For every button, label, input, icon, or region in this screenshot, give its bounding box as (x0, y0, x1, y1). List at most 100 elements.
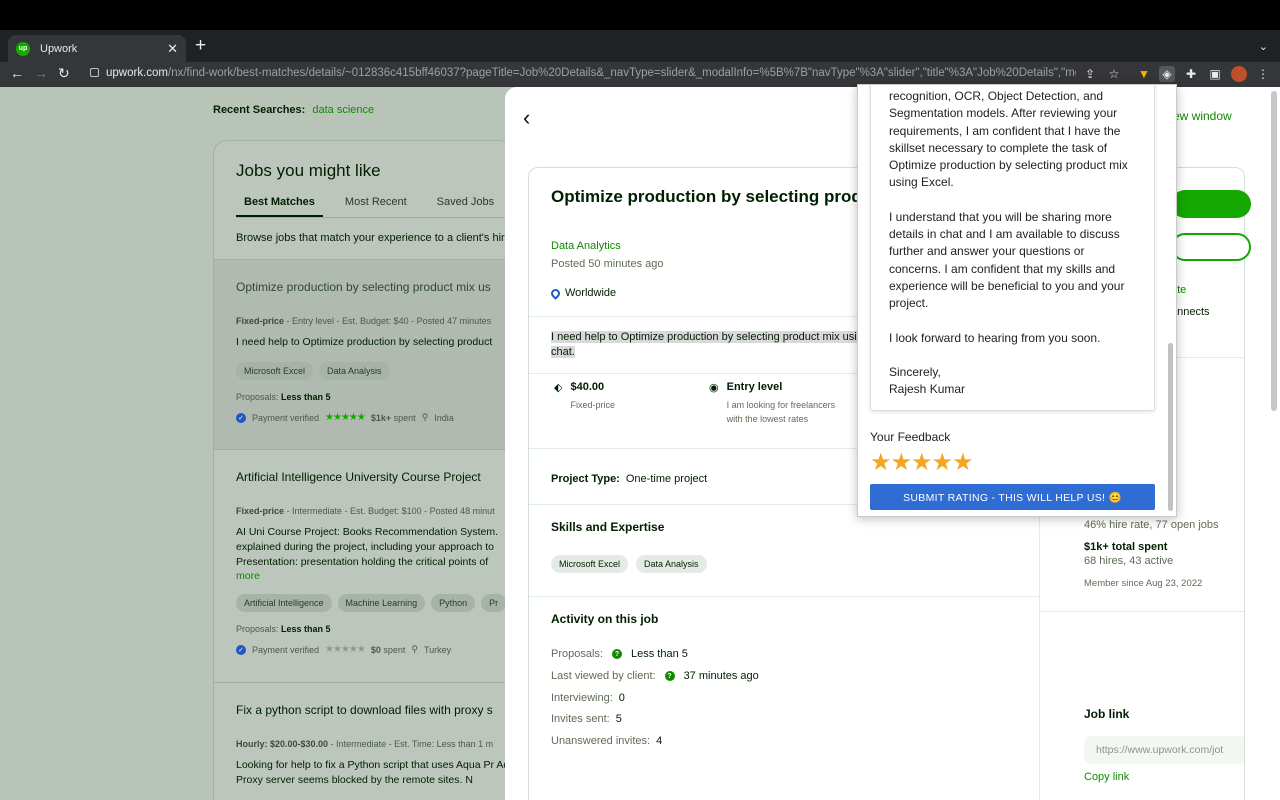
popup-scrollbar[interactable] (1168, 343, 1173, 511)
skill-tag[interactable]: Microsoft Excel (236, 362, 314, 380)
location-pin-icon: ⚲ (411, 644, 419, 654)
skill-tag[interactable]: Machine Learning (337, 594, 426, 612)
location-pin-icon (549, 286, 562, 300)
skill-tag[interactable]: Artificial Intelligence (236, 594, 332, 612)
tab-title: Upwork (40, 42, 78, 55)
job-proposals: Proposals: Less than 5 (236, 624, 331, 634)
job-list-item[interactable]: Fix a python script to download files wi… (214, 682, 513, 800)
forward-icon[interactable]: → (34, 65, 48, 81)
recent-search-link[interactable]: data science (312, 104, 374, 116)
close-tab-icon[interactable]: ✕ (167, 41, 178, 57)
reload-icon[interactable]: ↻ (58, 65, 70, 82)
tab-saved-jobs[interactable]: Saved Jobs (429, 194, 502, 217)
letter-paragraph: I understand that you will be sharing mo… (889, 209, 1125, 311)
client-total-spent: $1k+ total spent (1084, 541, 1168, 553)
recent-searches: Recent Searches: data science (213, 104, 374, 116)
cover-letter-text[interactable]: recognition, OCR, Object Detection, and … (870, 85, 1155, 411)
puzzle-extensions-icon[interactable]: ✚ (1183, 66, 1199, 82)
job-meta: Hourly: $20.00-$30.00 - Intermediate - E… (236, 739, 494, 749)
client-spent: $0 spent (370, 644, 406, 655)
posted-time: Posted 50 minutes ago (551, 258, 664, 270)
more-link[interactable]: more (236, 570, 512, 582)
location-pin-icon: ⚲ (421, 412, 429, 422)
job-title[interactable]: Fix a python script to download files wi… (236, 703, 512, 717)
experience-level-desc: I am looking for freelancers with the lo… (726, 400, 836, 424)
help-icon[interactable]: ? (664, 671, 675, 681)
browser-tab[interactable]: up Upwork ✕ (8, 35, 186, 62)
activity-last-viewed: Last viewed by client:? 37 minutes ago (551, 670, 759, 682)
screen-top-bar (0, 0, 1280, 30)
job-proposals: Proposals: Less than 5 (236, 392, 331, 402)
jobs-heading: Jobs you might like (236, 161, 381, 180)
skill-tag[interactable]: Data Analysis (636, 555, 707, 573)
page-scrollbar[interactable] (1271, 91, 1277, 411)
jobs-tabs: Best Matches Most Recent Saved Jobs (236, 194, 512, 218)
job-meta: Fixed-price - Entry level - Est. Budget:… (236, 316, 492, 326)
tab-most-recent[interactable]: Most Recent (337, 194, 415, 217)
url-host: upwork.com (106, 67, 168, 79)
extension-shield-icon[interactable]: ▼ (1136, 66, 1152, 82)
open-in-new-window-link[interactable]: ew window (1173, 109, 1232, 123)
apply-now-button[interactable] (1171, 190, 1251, 218)
upwork-favicon-icon: up (16, 41, 30, 56)
job-title[interactable]: Artificial Intelligence University Cours… (236, 470, 512, 484)
divider (1039, 611, 1244, 612)
job-details-title: Optimize production by selecting product (551, 187, 888, 206)
bookmark-star-icon[interactable]: ☆ (1106, 66, 1122, 82)
feedback-label: Your Feedback (870, 430, 951, 444)
budget-info: ⬖ $40.00 Fixed-price (554, 381, 690, 412)
back-arrow-icon[interactable]: ‹ (523, 105, 530, 131)
share-icon[interactable]: ⇪ (1082, 66, 1098, 82)
back-icon[interactable]: ← (10, 65, 24, 81)
client-hires: 68 hires, 43 active (1084, 555, 1174, 567)
job-list-item[interactable]: Artificial Intelligence University Cours… (214, 449, 512, 682)
budget-type: Fixed-price (570, 400, 615, 410)
client-spent: $1k+ spent (370, 412, 416, 423)
skill-tag[interactable]: Data Analysis (319, 362, 390, 380)
feedback-stars-icon[interactable]: ★★★★★ (870, 448, 974, 477)
experience-level-value: Entry level (726, 381, 783, 393)
kebab-menu-icon[interactable]: ⋮ (1255, 66, 1271, 82)
activity-unanswered-invites: Unanswered invites: 4 (551, 735, 663, 747)
extension-active-icon[interactable]: ◈ (1159, 66, 1175, 82)
activity-interviewing: Interviewing: 0 (551, 692, 625, 704)
skill-tag[interactable]: Microsoft Excel (551, 555, 629, 573)
activity-proposals: Proposals:? Less than 5 (551, 648, 688, 660)
job-description: I need help to Optimize production by se… (236, 336, 493, 348)
letter-signature: Sincerely, Rajesh Kumar (889, 364, 966, 397)
address-bar[interactable]: upwork.com/nx/find-work/best-matches/det… (106, 67, 1076, 79)
job-category-link[interactable]: Data Analytics (551, 240, 621, 252)
new-tab-icon[interactable]: + (195, 36, 206, 55)
job-location: Worldwide (549, 286, 617, 300)
experience-level-info: ◉ Entry level I am looking for freelance… (709, 381, 847, 426)
client-country: India (434, 412, 454, 423)
job-tags: Artificial Intelligence Machine Learning… (236, 594, 512, 612)
help-icon[interactable]: ? (611, 649, 622, 659)
job-description: Looking for help to fix a Python script … (236, 759, 513, 786)
budget-value: $40.00 (570, 381, 605, 393)
jobs-feed-card: Jobs you might like Best Matches Most Re… (213, 140, 513, 800)
tab-search-icon[interactable]: ⌄ (1259, 40, 1268, 53)
job-title[interactable]: Optimize production by selecting product… (236, 280, 512, 294)
client-country: Turkey (424, 644, 452, 655)
browse-text: Browse jobs that match your experience t… (236, 232, 508, 244)
submit-rating-button[interactable]: SUBMIT RATING - THIS WILL HELP US! 😊 (870, 484, 1155, 510)
profile-avatar[interactable] (1231, 66, 1247, 82)
recent-searches-label: Recent Searches: (213, 104, 306, 116)
save-job-button[interactable] (1171, 233, 1251, 261)
experience-level-icon: ◉ (709, 382, 719, 394)
client-rating-stars-icon: ★★★★★ (325, 412, 366, 423)
copy-link[interactable]: Copy link (1084, 771, 1129, 783)
payment-verified: Payment verified (252, 644, 320, 655)
client-info: ✓ Payment verified ★★★★★ $0 spent ⚲ Turk… (236, 644, 512, 655)
location-text: Worldwide (565, 287, 617, 299)
tab-best-matches[interactable]: Best Matches (236, 194, 323, 217)
sidebar-icon[interactable]: ▣ (1207, 66, 1223, 82)
job-link-input[interactable] (1084, 736, 1244, 764)
skill-tag[interactable]: Python (431, 594, 476, 612)
job-list-item[interactable]: Optimize production by selecting product… (214, 259, 512, 449)
skill-tag[interactable]: Pr (481, 594, 507, 612)
lock-icon (90, 68, 99, 77)
client-hire-rate: 46% hire rate, 77 open jobs (1084, 519, 1219, 531)
verified-check-icon: ✓ (236, 412, 246, 423)
